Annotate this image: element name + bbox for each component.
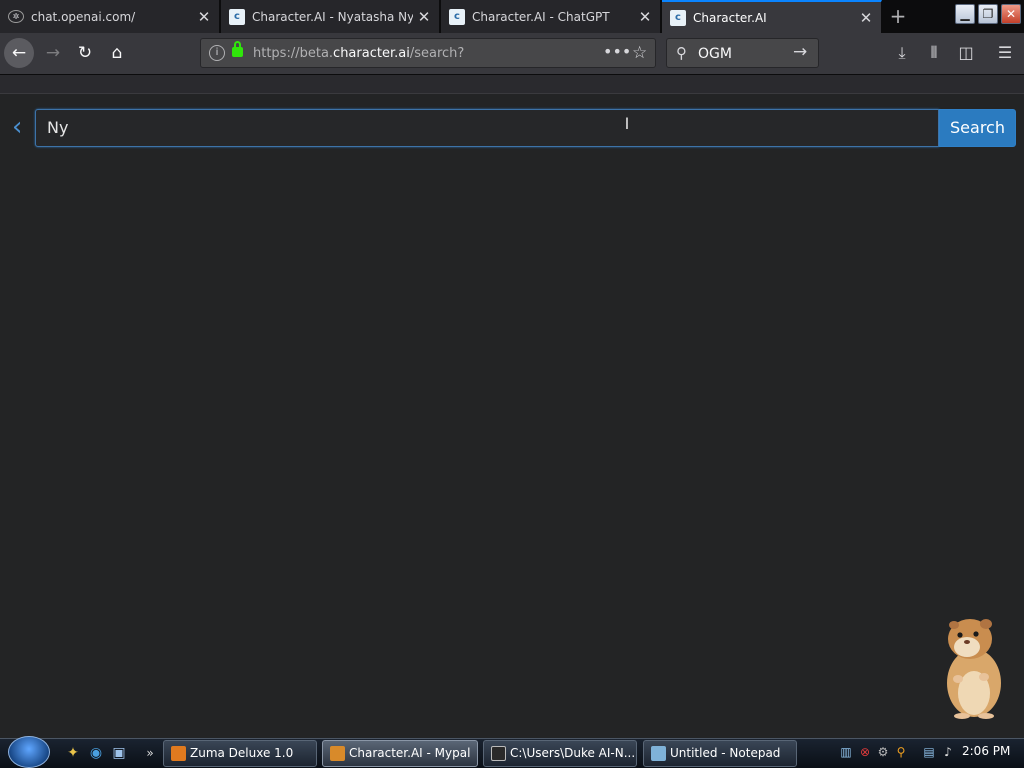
hamster-mascot-icon [947,619,1001,719]
close-icon[interactable]: ✕ [413,8,435,26]
text-cursor-icon: I [624,114,630,133]
url-bar[interactable]: i https://beta.character.ai/search? ••• … [200,38,656,68]
toolbar-separator [0,74,1024,93]
taskbar-clock[interactable]: 2:06 PM [962,744,1010,758]
info-icon[interactable]: i [209,45,225,61]
zuma-icon [171,746,186,761]
sidebar-icon[interactable]: ◫ [953,38,979,68]
navigation-toolbar: ← → ↻ ⌂ i https://beta.character.ai/sear… [0,33,1024,74]
taskbar-item-console[interactable]: C:\Users\Duke AI-N... [483,740,637,767]
page-actions-icon[interactable]: ••• [603,42,631,61]
console-icon [491,746,506,761]
reload-button[interactable]: ↻ [70,38,100,68]
tab-chat-openai[interactable]: ✲ chat.openai.com/ ✕ [0,0,220,33]
close-icon[interactable]: ✕ [855,9,877,27]
quicklaunch-browser-icon[interactable]: ◉ [87,744,105,762]
search-icon: ⚲ [676,44,687,62]
tab-title: Character.AI - ChatGPT [472,9,610,24]
restore-button[interactable]: ❐ [978,4,998,24]
quicklaunch-app-icon[interactable]: ✦ [64,744,82,762]
tab-character-ai-active[interactable]: c Character.AI ✕ [662,0,882,33]
tab-title: Character.AI [693,10,767,25]
minimize-button[interactable]: ▁ [955,4,975,24]
characterai-icon: c [449,8,465,25]
window-close-button[interactable]: ✕ [1001,4,1021,24]
notepad-icon [651,746,666,761]
url-text: https://beta.character.ai/search? [253,46,465,61]
taskbar-item-notepad[interactable]: Untitled - Notepad [643,740,797,767]
taskbar-item-character-ai[interactable]: Character.AI - Mypal [322,740,478,767]
search-go-icon[interactable]: → [793,42,807,62]
library-icon[interactable]: ⫴ [921,38,947,68]
task-label: Untitled - Notepad [670,746,781,760]
bookmark-star-icon[interactable]: ☆ [632,43,647,63]
tray-network-icon[interactable]: ▥ [838,744,854,760]
close-icon[interactable]: ✕ [193,8,215,26]
show-desktop-icon[interactable]: ▣ [110,744,128,762]
taskbar-item-zuma[interactable]: Zuma Deluxe 1.0 [163,740,317,767]
search-button[interactable]: Search [939,109,1016,147]
forward-button[interactable]: → [38,38,68,68]
new-tab-button[interactable]: + [884,4,912,28]
tray-volume-icon[interactable]: ♪ [940,744,956,760]
openai-icon: ✲ [8,10,24,23]
tab-character-ai-nyatasha[interactable]: c Character.AI - Nyatasha Nyanners ✕ [221,0,440,33]
search-engine-query: OGM [698,46,732,62]
close-icon[interactable]: ✕ [634,8,656,26]
tray-security-icon[interactable]: ⊗ [857,744,873,760]
characterai-icon: c [229,8,245,25]
back-button[interactable]: ← [4,38,34,68]
search-engine-bar[interactable]: ⚲ OGM → [666,38,819,68]
search-input[interactable]: Ny [35,109,939,147]
tray-search-icon[interactable]: ⚲ [893,744,909,760]
back-chevron-icon[interactable]: ‹ [12,112,32,142]
tab-title: chat.openai.com/ [31,9,136,24]
home-button[interactable]: ⌂ [102,38,132,68]
start-button[interactable] [8,736,50,768]
tray-display-icon[interactable]: ▤ [921,744,937,760]
page-content [0,93,1024,738]
task-label: C:\Users\Duke AI-N... [510,746,636,760]
menu-icon[interactable]: ☰ [992,38,1018,68]
tray-app-icon[interactable]: ⚙ [875,744,891,760]
tab-character-ai-chatgpt[interactable]: c Character.AI - ChatGPT ✕ [441,0,661,33]
quicklaunch-overflow-icon[interactable]: » [141,744,159,762]
lock-icon [232,41,243,57]
mypal-icon [330,746,345,761]
downloads-icon[interactable]: ⤓ [889,38,915,68]
task-label: Character.AI - Mypal [349,746,471,760]
tab-title: Character.AI - Nyatasha Nyanners [252,9,413,24]
task-label: Zuma Deluxe 1.0 [190,746,294,760]
characterai-icon: c [670,9,686,26]
